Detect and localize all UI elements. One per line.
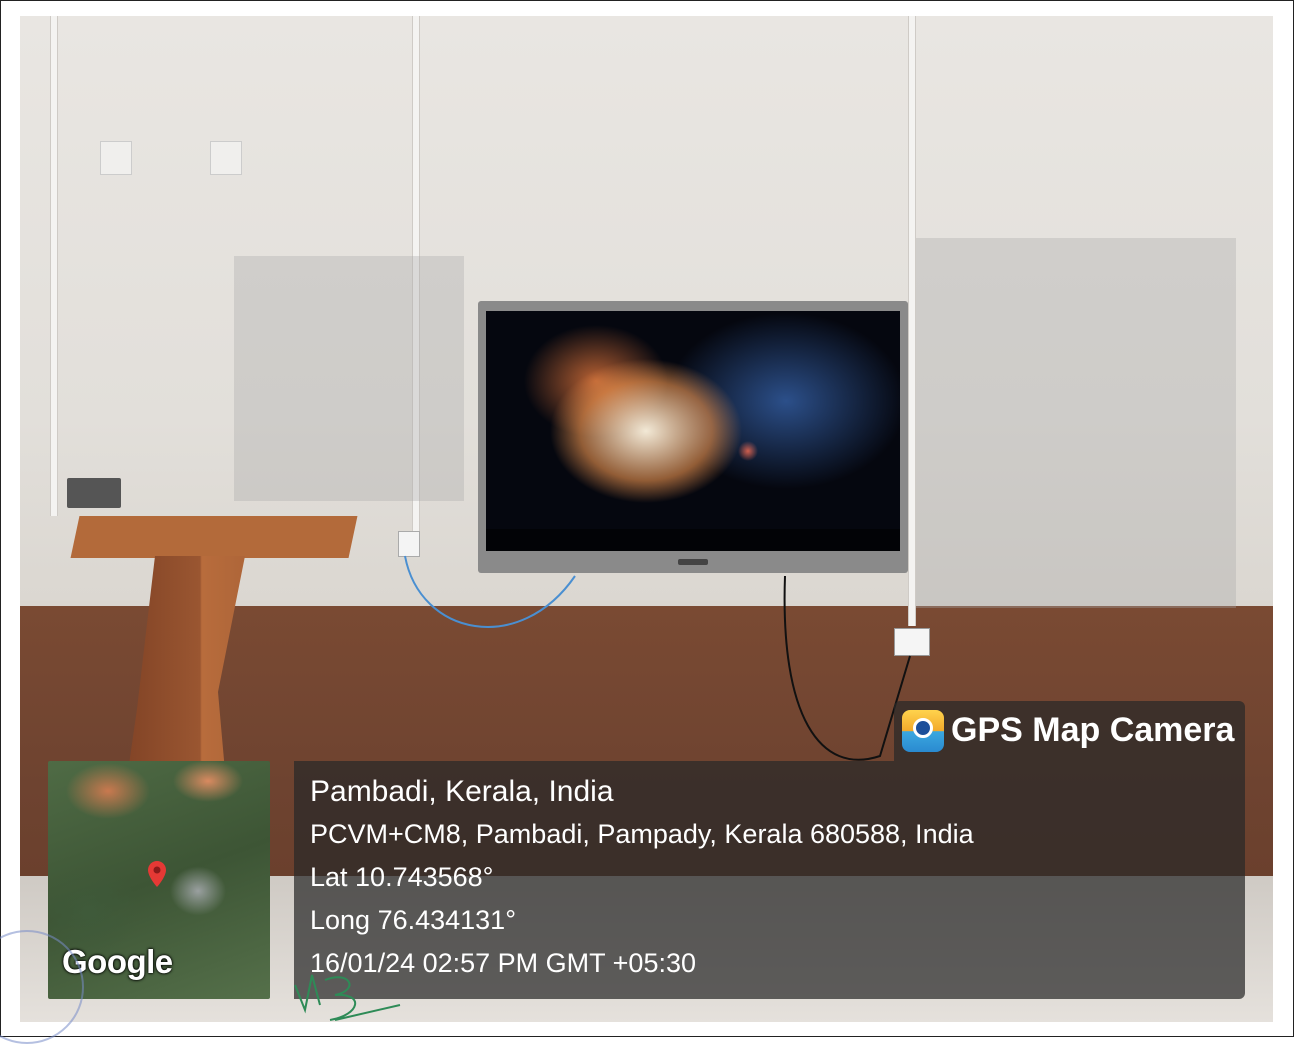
watermark-brand: GPS Map Camera xyxy=(951,711,1235,749)
address: PCVM+CM8, Pambadi, Pampady, Kerala 68058… xyxy=(310,819,974,849)
latitude: Lat 10.743568° xyxy=(310,862,494,892)
map-pin-icon xyxy=(148,861,166,887)
podium-top xyxy=(70,516,358,558)
map-thumbnail: Google xyxy=(48,761,270,999)
handwritten-signature xyxy=(294,974,401,1021)
place-name: Pambadi, Kerala, India xyxy=(310,775,614,808)
longitude: Long 76.434131° xyxy=(310,905,516,935)
location-info-panel: Pambadi, Kerala, India PCVM+CM8, Pambadi… xyxy=(294,761,1245,999)
gps-map-camera-badge: GPS Map Camera xyxy=(894,701,1245,761)
gps-map-camera-icon xyxy=(902,710,944,752)
